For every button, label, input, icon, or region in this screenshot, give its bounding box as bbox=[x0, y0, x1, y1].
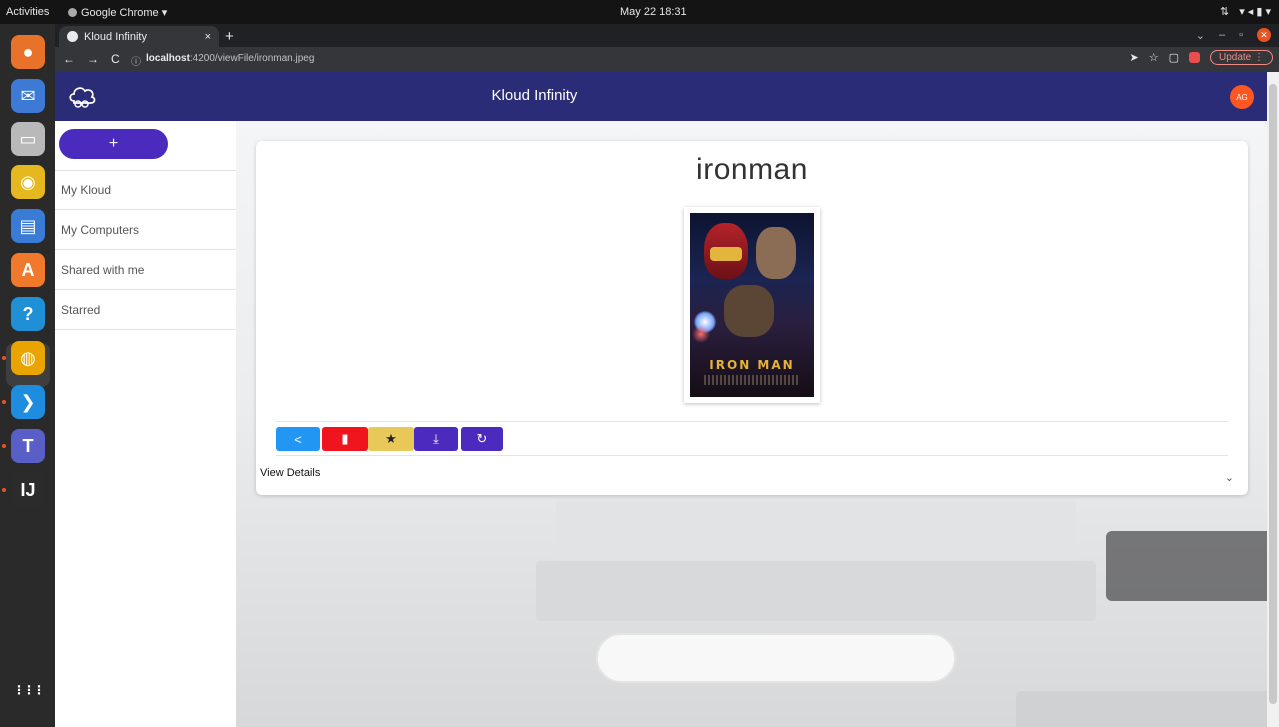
side-panel-icon[interactable]: ▢ bbox=[1169, 51, 1179, 64]
software-center-icon[interactable]: A bbox=[11, 253, 45, 287]
avatar[interactable]: AG bbox=[1230, 85, 1254, 109]
page-viewport: Kloud Infinity AG + My Kloud My Computer… bbox=[55, 72, 1279, 727]
main-content: ironman IRON MAN < ▮ ★ ⤓ ↻ View Details … bbox=[236, 121, 1279, 727]
star-button[interactable]: ★ bbox=[368, 427, 414, 451]
page-scrollbar[interactable] bbox=[1267, 72, 1279, 727]
bookmark-star-icon[interactable]: ☆ bbox=[1149, 51, 1159, 64]
background-keyboard bbox=[1016, 691, 1276, 727]
poster-helmet bbox=[704, 223, 748, 279]
tab-search-icon[interactable]: ⌄ bbox=[1196, 29, 1205, 42]
tab-close-icon[interactable]: × bbox=[205, 31, 211, 43]
dock: ● ✉ ▭ ◉ ▤ A? ◍ ❯ T IJ ⋮⋮⋮ bbox=[0, 24, 55, 727]
back-icon[interactable]: ← bbox=[63, 52, 75, 66]
poster-credits bbox=[704, 375, 800, 385]
app-title: Kloud Infinity bbox=[491, 87, 578, 104]
trash-icon: ▮ bbox=[341, 431, 349, 446]
poster-figure bbox=[724, 285, 774, 337]
app-menu-label: Google Chrome ▾ bbox=[81, 7, 168, 19]
chrome-small-icon bbox=[68, 8, 77, 17]
send-tab-icon[interactable]: ➤ bbox=[1129, 51, 1138, 64]
browser-toolbar: ← → C ⓘ localhost:4200/viewFile/ironman.… bbox=[55, 47, 1279, 72]
poster-title: IRON MAN bbox=[709, 358, 795, 372]
url-path: :4200/viewFile/ironman.jpeg bbox=[189, 53, 315, 64]
file-name-heading: ironman bbox=[696, 153, 808, 186]
rhythmbox-icon[interactable]: ◉ bbox=[11, 165, 45, 199]
firefox-icon[interactable]: ● bbox=[11, 35, 45, 69]
new-tab-button[interactable]: + bbox=[225, 28, 234, 45]
update-label: Update bbox=[1218, 52, 1252, 63]
file-view-card: ironman IRON MAN < ▮ ★ ⤓ ↻ View Details … bbox=[256, 141, 1248, 495]
vscode-icon[interactable]: ❯ bbox=[11, 385, 45, 419]
sidebar: + My Kloud My Computers Shared with me S… bbox=[55, 121, 236, 727]
share-icon: < bbox=[294, 431, 302, 447]
maximize-icon[interactable]: ▫ bbox=[1239, 29, 1243, 41]
file-actions: < ▮ ★ ⤓ ↻ bbox=[276, 427, 503, 451]
new-button[interactable]: + bbox=[59, 129, 168, 159]
app-header: Kloud Infinity AG bbox=[55, 72, 1279, 121]
scrollbar-thumb[interactable] bbox=[1269, 84, 1277, 704]
restore-button[interactable]: ↻ bbox=[461, 427, 503, 451]
browser-window: Kloud Infinity × + ⌄ – ▫ ✕ ← → C ⓘ local… bbox=[55, 24, 1279, 727]
sidebar-item-shared-with-me[interactable]: Shared with me bbox=[55, 250, 236, 290]
window-controls: ⌄ – ▫ ✕ bbox=[1196, 28, 1271, 42]
activities-button[interactable]: Activities bbox=[6, 6, 49, 18]
poster-figure bbox=[756, 227, 796, 279]
running-indicator bbox=[2, 488, 6, 492]
extension-icon[interactable] bbox=[1188, 52, 1200, 63]
navigation-buttons: ← → C bbox=[63, 52, 120, 66]
delete-button[interactable]: ▮ bbox=[322, 427, 368, 451]
chevron-down-icon: ⌄ bbox=[1224, 472, 1234, 484]
poster-glow bbox=[692, 325, 710, 343]
sidebar-item-my-computers[interactable]: My Computers bbox=[55, 210, 236, 250]
app-menu[interactable]: Google Chrome ▾ bbox=[68, 6, 167, 19]
background-books bbox=[536, 561, 1096, 621]
update-button[interactable]: Update ⋮ bbox=[1209, 50, 1273, 65]
sidebar-nav: My Kloud My Computers Shared with me Sta… bbox=[55, 170, 236, 330]
libreoffice-writer-icon[interactable]: ▤ bbox=[11, 209, 45, 243]
share-button[interactable]: < bbox=[276, 427, 320, 451]
help-icon[interactable]: ? bbox=[11, 297, 45, 331]
restore-icon: ↻ bbox=[476, 431, 488, 446]
background-phone bbox=[596, 633, 956, 683]
view-details-label: View Details bbox=[260, 467, 321, 479]
close-window-icon[interactable]: ✕ bbox=[1257, 28, 1271, 42]
teams-icon[interactable]: T bbox=[11, 429, 45, 463]
star-icon: ★ bbox=[385, 431, 397, 446]
system-tray[interactable]: ⇅ ▾ ◂ ▮ ▾ bbox=[1220, 5, 1271, 18]
running-indicator bbox=[2, 356, 6, 360]
download-button[interactable]: ⤓ bbox=[414, 427, 458, 451]
view-details-expander[interactable]: View Details ⌄ bbox=[256, 467, 1248, 489]
tab-title: Kloud Infinity bbox=[84, 30, 147, 43]
sidebar-item-my-kloud[interactable]: My Kloud bbox=[55, 170, 236, 210]
network-transfer-icon: ⇅ bbox=[1219, 6, 1230, 18]
sidebar-item-starred[interactable]: Starred bbox=[55, 290, 236, 330]
file-preview-image: IRON MAN bbox=[690, 213, 814, 397]
divider bbox=[276, 421, 1228, 422]
files-icon[interactable]: ▭ bbox=[11, 122, 45, 156]
running-indicator bbox=[2, 444, 6, 448]
running-indicator bbox=[2, 400, 6, 404]
url-host: localhost bbox=[146, 53, 190, 64]
tab-favicon-icon bbox=[67, 31, 78, 42]
divider bbox=[276, 455, 1228, 456]
forward-icon[interactable]: → bbox=[87, 52, 99, 66]
system-top-bar: Activities Google Chrome ▾ May 22 18:31 … bbox=[0, 0, 1279, 24]
tab-strip: Kloud Infinity × + ⌄ – ▫ ✕ bbox=[55, 24, 1279, 47]
file-preview[interactable]: IRON MAN bbox=[684, 207, 820, 403]
toolbar-actions: ➤ ☆ ▢ Update ⋮ bbox=[1129, 50, 1273, 65]
address-bar[interactable]: ⓘ localhost:4200/viewFile/ironman.jpeg bbox=[131, 53, 314, 68]
background-keyboard-shadow bbox=[1106, 531, 1276, 601]
intellij-icon[interactable]: IJ bbox=[11, 473, 45, 507]
download-icon: ⤓ bbox=[433, 431, 439, 446]
status-icons: ▾ ◂ ▮ ▾ bbox=[1239, 6, 1271, 18]
chrome-icon[interactable]: ◍ bbox=[11, 341, 45, 375]
tab-kloud-infinity[interactable]: Kloud Infinity × bbox=[59, 26, 219, 47]
clock[interactable]: May 22 18:31 bbox=[620, 6, 687, 18]
thunderbird-icon[interactable]: ✉ bbox=[11, 79, 45, 113]
site-info-icon[interactable]: ⓘ bbox=[131, 53, 141, 68]
minimize-icon[interactable]: – bbox=[1219, 29, 1225, 41]
reload-icon[interactable]: C bbox=[111, 52, 120, 66]
app-grid-icon[interactable]: ⋮⋮⋮ bbox=[11, 673, 45, 707]
